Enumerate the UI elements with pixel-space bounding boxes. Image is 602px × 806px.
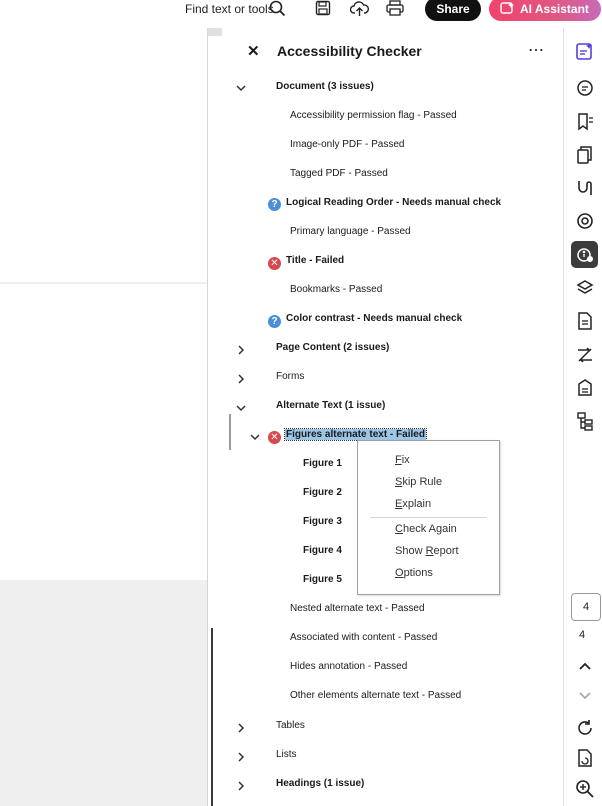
document-page: [0, 28, 207, 282]
search-icon[interactable]: [269, 0, 286, 17]
document-page: [0, 284, 207, 580]
section-lists[interactable]: Lists: [276, 749, 297, 760]
scrollbar-track-top: [208, 28, 222, 36]
section-tables[interactable]: Tables: [276, 720, 305, 731]
zoom-in-icon[interactable]: [575, 779, 595, 799]
section-page-content[interactable]: Page Content (2 issues): [276, 342, 389, 353]
section-document[interactable]: Document (3 issues): [276, 81, 374, 92]
chevron-down-icon[interactable]: [250, 434, 260, 441]
figure-item[interactable]: Figure 5: [303, 574, 342, 585]
rule-item[interactable]: Other elements alternate text - Passed: [290, 690, 461, 701]
chevron-right-icon[interactable]: [238, 345, 245, 355]
rule-item[interactable]: Bookmarks - Passed: [290, 284, 382, 295]
accessibility-icon[interactable]: [575, 245, 595, 265]
chevron-right-icon[interactable]: [238, 374, 245, 384]
close-icon[interactable]: ✕: [247, 42, 260, 60]
help-icon: ?: [268, 198, 281, 211]
ai-assistant-button[interactable]: AI Assistant: [489, 0, 601, 21]
rule-item[interactable]: Nested alternate text - Passed: [290, 603, 425, 614]
more-options-icon[interactable]: ⋯: [528, 40, 545, 60]
rule-item[interactable]: Color contrast - Needs manual check: [286, 313, 462, 324]
rule-item[interactable]: Logical Reading Order - Needs manual che…: [286, 197, 501, 208]
panel-title: Accessibility Checker: [277, 43, 422, 59]
section-forms[interactable]: Forms: [276, 371, 304, 382]
current-page-input[interactable]: 4: [571, 593, 601, 621]
combine-icon[interactable]: [575, 178, 595, 198]
menu-item-check-again[interactable]: Check Again: [395, 523, 457, 535]
pane-divider[interactable]: [207, 28, 208, 806]
comment-icon[interactable]: [575, 78, 595, 98]
figure-item[interactable]: Figure 1: [303, 458, 342, 469]
ai-assistant-label: AI Assistant: [520, 2, 589, 16]
failed-icon: ✕: [268, 257, 281, 270]
help-icon: ?: [268, 315, 281, 328]
document-icon[interactable]: [575, 311, 595, 331]
chevron-right-icon[interactable]: [238, 723, 245, 733]
refresh-icon[interactable]: [575, 718, 595, 738]
menu-item-explain[interactable]: Explain: [395, 498, 431, 510]
chevron-down-icon[interactable]: [236, 85, 246, 92]
save-icon[interactable]: [315, 0, 331, 16]
edit-pdf-icon[interactable]: [575, 41, 595, 61]
share-button[interactable]: Share: [425, 0, 481, 21]
menu-item-fix[interactable]: Fix: [395, 454, 410, 466]
page-rotate-icon[interactable]: [575, 748, 595, 768]
section-headings[interactable]: Headings (1 issue): [276, 778, 364, 789]
rule-item[interactable]: Image-only PDF - Passed: [290, 139, 405, 150]
menu-item-skip-rule[interactable]: Skip Rule: [395, 476, 442, 488]
protect-icon[interactable]: [575, 378, 595, 398]
section-alternate-text[interactable]: Alternate Text (1 issue): [276, 400, 385, 411]
chevron-down-icon[interactable]: [236, 405, 246, 412]
figure-item[interactable]: Figure 3: [303, 516, 342, 527]
layers-icon[interactable]: [575, 278, 595, 298]
find-text-label[interactable]: Find text or tools: [185, 2, 274, 16]
chevron-down-icon: [579, 692, 591, 700]
chevron-right-icon[interactable]: [238, 752, 245, 762]
rule-item[interactable]: Accessibility permission flag - Passed: [290, 110, 457, 121]
compare-icon[interactable]: [575, 345, 595, 365]
context-menu: Fix Skip Rule Explain Check Again Show R…: [357, 440, 500, 595]
chevron-right-icon[interactable]: [238, 781, 245, 791]
menu-separator: [370, 517, 487, 518]
rule-item[interactable]: Associated with content - Passed: [290, 632, 437, 643]
panel-scrollbar[interactable]: [229, 414, 231, 450]
figure-item[interactable]: Figure 2: [303, 487, 342, 498]
rule-item[interactable]: Title - Failed: [286, 255, 344, 266]
rule-item-selected[interactable]: Figures alternate text - Failed: [284, 428, 427, 441]
print-icon[interactable]: [386, 0, 404, 17]
chevron-up-icon[interactable]: [575, 657, 595, 677]
redact-target-icon[interactable]: [575, 211, 595, 231]
rule-item[interactable]: Hides annotation - Passed: [290, 661, 407, 672]
structure-tree-icon[interactable]: [575, 411, 595, 431]
pages-icon[interactable]: [575, 145, 595, 165]
ai-assistant-icon: [500, 2, 514, 14]
rule-item[interactable]: Primary language - Passed: [290, 226, 411, 237]
menu-item-options[interactable]: Options: [395, 567, 433, 579]
total-pages: 4: [579, 629, 586, 641]
failed-icon: ✕: [268, 431, 281, 444]
rule-item[interactable]: Tagged PDF - Passed: [290, 168, 388, 179]
bookmark-icon[interactable]: [575, 112, 595, 132]
figure-item[interactable]: Figure 4: [303, 545, 342, 556]
top-toolbar: Find text or tools Share AI Assistant: [0, 0, 602, 28]
menu-item-show-report[interactable]: Show Report: [395, 545, 459, 557]
upload-cloud-icon[interactable]: [350, 0, 369, 17]
document-scrollbar[interactable]: [211, 628, 213, 806]
document-viewport[interactable]: [0, 28, 208, 806]
